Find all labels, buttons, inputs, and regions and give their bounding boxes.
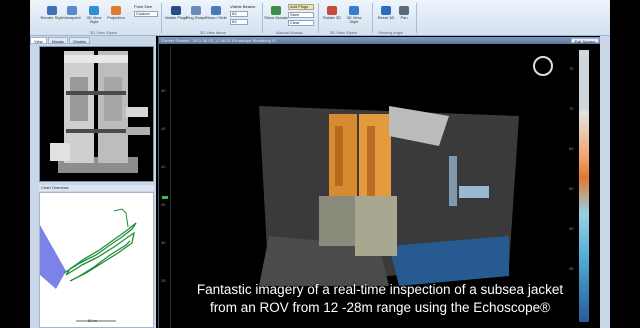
depth-marker: [162, 196, 168, 199]
point-size-select[interactable]: Custom: [134, 11, 158, 17]
view-title: Current Dataset - 2011-06-03_12:46:31 Ec…: [161, 38, 277, 43]
render-style-icon: [47, 6, 57, 15]
full-screen-button[interactable]: Full Screen: [570, 38, 599, 44]
rov-track-line: [63, 222, 137, 282]
tab-mosaic[interactable]: Mosaic: [47, 37, 69, 44]
rov-track-map: [40, 208, 137, 322]
group-label-view-styles-2: 3D View Styles: [330, 30, 357, 35]
point-size-label: Point Size: [134, 4, 153, 9]
pings-icon: [171, 6, 181, 15]
colorbar-tick: 60: [569, 146, 574, 151]
pan-icon: [399, 6, 409, 15]
ruler-tick: 35: [161, 202, 166, 207]
sonar-point-cloud: [259, 106, 519, 286]
ping-shape-icon: [191, 6, 201, 15]
rov-track-tail: [113, 208, 129, 228]
chart-overview-header: Chart Overview: [39, 185, 154, 191]
clear-mosaic-button[interactable]: Clear: [288, 20, 314, 26]
colorbar-tick: 75: [569, 66, 574, 71]
ruler-tick: 30: [161, 240, 166, 245]
scale-label: 50 m: [88, 318, 97, 323]
group-separator: [416, 3, 417, 33]
group-separator: [161, 3, 162, 33]
group-separator: [318, 3, 319, 33]
projection-icon: [111, 6, 121, 15]
group-label-view-items: 3D View Items: [200, 30, 226, 35]
colorbar-tick: 50: [569, 186, 574, 191]
beam-start-input[interactable]: 63: [230, 11, 248, 17]
main-3d-view[interactable]: Current Dataset - 2011-06-03_12:46:31 Ec…: [158, 36, 601, 328]
left-letterbox: [0, 0, 30, 328]
show-mosaic-button[interactable]: Show Mosaic: [264, 6, 288, 28]
navigation-map[interactable]: 50 m: [39, 192, 154, 328]
group-separator: [262, 3, 263, 33]
colorbar-tick: 40: [569, 226, 574, 231]
cube-icon: [89, 6, 99, 15]
sonar-footprint: [40, 225, 66, 289]
colorbar-tick: 35: [569, 266, 574, 271]
ruler-tick: 50: [161, 88, 166, 93]
point-cloud-preview: [50, 51, 150, 173]
sonar-head-icon[interactable]: [533, 56, 553, 76]
beam-end-input[interactable]: 63: [230, 19, 248, 25]
reset-icon: [381, 6, 391, 15]
3d-view-style-button-2[interactable]: 3D View Style: [342, 6, 366, 28]
video-caption-line-2: from an ROV from 12 -28m range using the…: [209, 300, 551, 315]
mosaic-icon: [271, 6, 281, 15]
tab-models[interactable]: Models: [69, 37, 91, 44]
view-title-bar: Current Dataset - 2011-06-03_12:46:31 Ec…: [159, 37, 601, 44]
pan-button[interactable]: Pan: [392, 6, 416, 28]
rotate-icon: [327, 6, 337, 15]
video-caption-line-1: Fantastic imagery of a real-time inspect…: [196, 282, 564, 297]
rotate-3d-button[interactable]: Rotate 3D: [320, 6, 344, 28]
eye-icon: [211, 6, 221, 15]
3d-view-style-button[interactable]: 3D View Style: [82, 6, 106, 28]
group-label-manual-mosaic: Manual Mosaic: [276, 30, 303, 35]
ribbon-toolbar: Render Style Viewpoint 3D View Style Pro…: [30, 0, 610, 36]
ruler-tick: 45: [161, 126, 166, 131]
colorbar-tick: 70: [569, 106, 574, 111]
viewpoint-icon: [67, 6, 77, 15]
group-label-viewing-angle: Viewing Angle: [378, 30, 404, 35]
right-panel-edge: [600, 36, 610, 328]
cube-icon: [349, 6, 359, 15]
ruler-tick: 40: [161, 164, 166, 169]
viewpoint-button[interactable]: Viewpoint: [60, 6, 84, 28]
group-separator: [372, 3, 373, 33]
right-letterbox: [610, 0, 640, 328]
show-hide-button[interactable]: Show / Hide: [204, 6, 228, 28]
tab-view[interactable]: View: [30, 37, 47, 44]
left-tabs: View Mosaic Models: [30, 37, 91, 44]
group-label-view-styles: 3D View Styles: [90, 30, 117, 35]
left-panel: View Mosaic Models Chart Overview 50 m: [30, 36, 156, 328]
visible-beams-label: Visible Beams: [230, 4, 256, 9]
add-pings-button[interactable]: Add Pings: [288, 4, 314, 10]
save-mosaic-button[interactable]: Save: [288, 12, 314, 18]
jacket-3d-preview[interactable]: [39, 46, 154, 182]
projection-button[interactable]: Projection: [104, 6, 128, 28]
